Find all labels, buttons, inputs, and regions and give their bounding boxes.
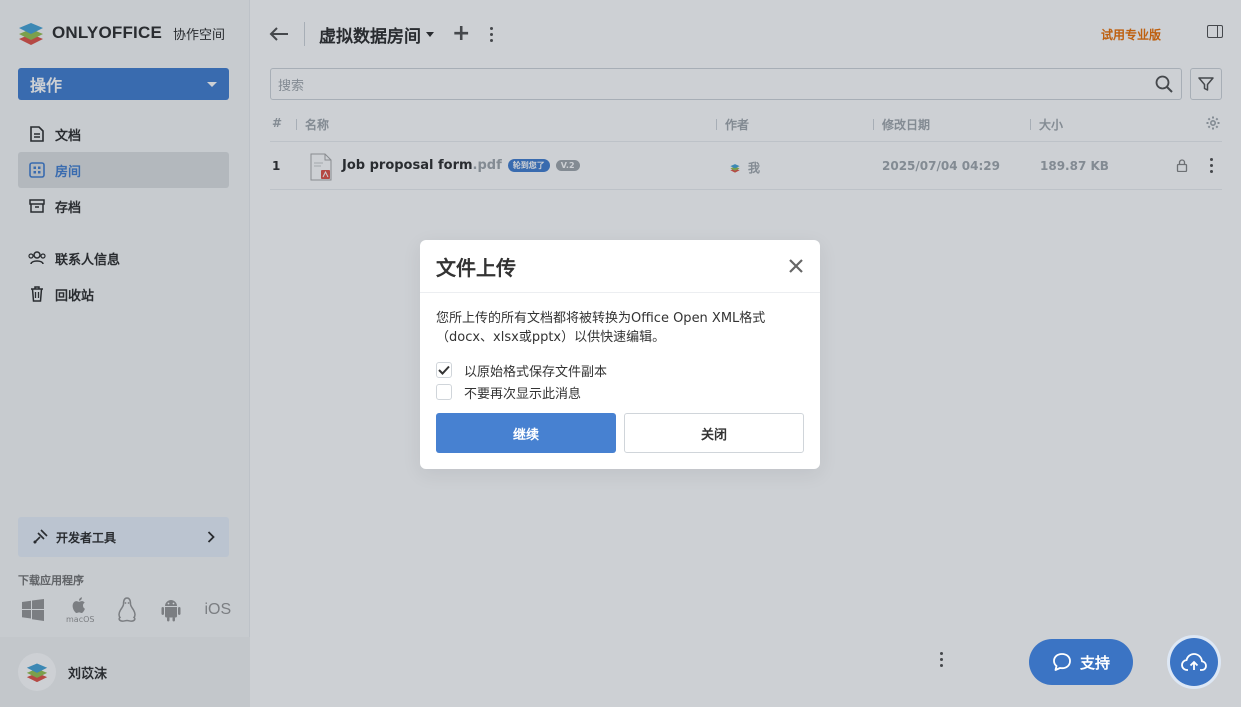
checkbox-checked[interactable]	[436, 362, 452, 378]
dont-show-again-checkbox[interactable]: 不要再次显示此消息	[436, 383, 804, 402]
dialog-header: 文件上传	[420, 240, 820, 293]
dialog-message: 您所上传的所有文档都将被转换为Office Open XML格式（docx、xl…	[436, 311, 766, 345]
checkbox-unchecked[interactable]	[436, 384, 452, 400]
chat-bubble-icon	[1053, 653, 1071, 671]
dialog-body: 您所上传的所有文档都将被转换为Office Open XML格式（docx、xl…	[420, 293, 820, 402]
keep-original-label: 以原始格式保存文件副本	[464, 364, 608, 380]
checkmark-icon	[438, 365, 450, 375]
close-icon[interactable]	[788, 258, 804, 274]
support-button[interactable]: 支持	[1029, 639, 1133, 685]
close-button[interactable]: 关闭	[624, 413, 804, 453]
continue-button[interactable]: 继续	[436, 413, 616, 453]
dont-show-again-label: 不要再次显示此消息	[464, 386, 582, 402]
upload-button[interactable]	[1170, 638, 1218, 686]
keep-original-checkbox[interactable]: 以原始格式保存文件副本	[436, 361, 804, 380]
cloud-upload-icon	[1181, 653, 1207, 671]
dialog-buttons: 继续 关闭	[436, 413, 804, 453]
file-upload-dialog: 文件上传 您所上传的所有文档都将被转换为Office Open XML格式（do…	[420, 240, 820, 469]
dialog-title: 文件上传	[436, 255, 516, 280]
support-label: 支持	[1079, 653, 1110, 672]
